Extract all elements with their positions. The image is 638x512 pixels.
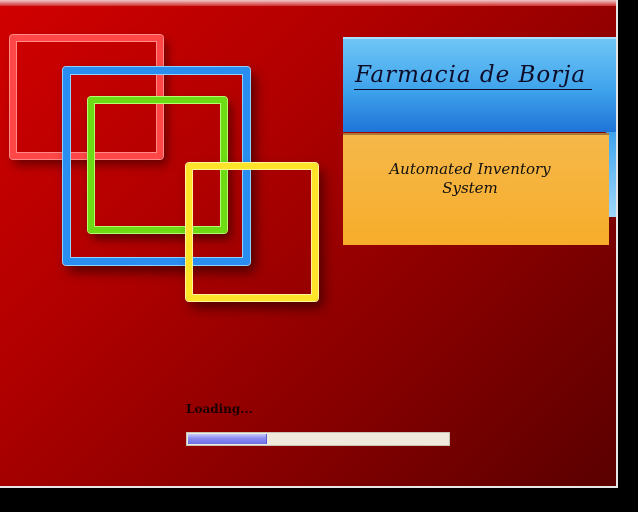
top-highlight-strip [0,0,616,6]
app-subtitle: Automated Inventory System [389,160,551,197]
app-title-underline [354,89,592,90]
app-title: Farmacia de Borja [355,62,587,88]
progress-bar-fill [188,434,267,444]
loading-label: Loading... [186,402,253,416]
splash-screen: Farmacia de Borja Automated Inventory Sy… [0,0,618,488]
progress-bar [186,432,450,446]
yellow-square-decoration [186,163,318,301]
